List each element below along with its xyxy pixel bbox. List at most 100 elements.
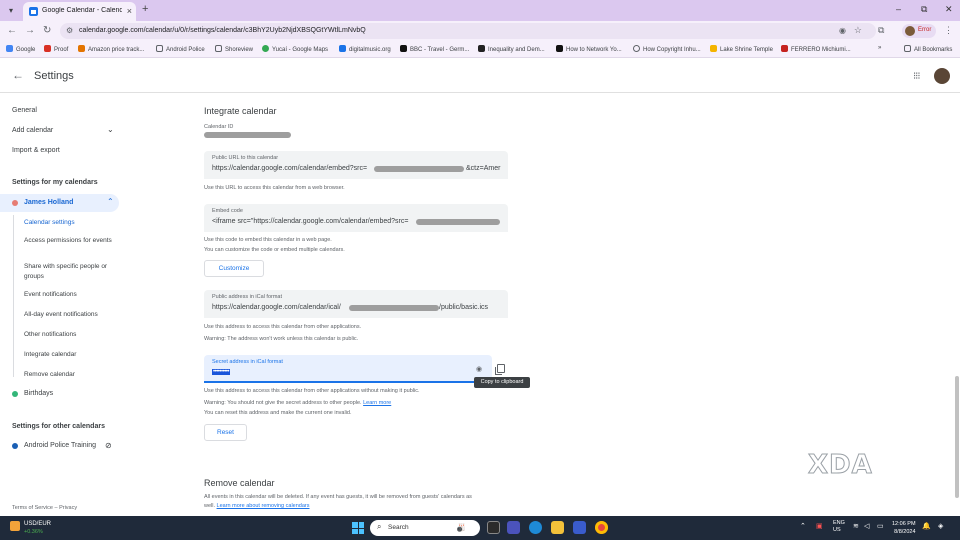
tab-search-icon[interactable]: ▾ — [4, 4, 18, 17]
redacted-calendar-id — [204, 132, 291, 138]
teams-icon[interactable] — [507, 521, 520, 534]
all-bookmarks[interactable]: All Bookmarks — [904, 45, 952, 53]
bookmark-item[interactable]: Inequality and Dem... — [478, 45, 545, 53]
sidebar-item-general[interactable]: General — [12, 107, 37, 114]
taskbar-search[interactable]: ⌕ Search 🎳 — [370, 520, 480, 536]
site-info-icon[interactable]: ⚙ — [66, 26, 73, 35]
notification-bell-icon[interactable]: 🔔 — [922, 522, 931, 530]
bookmark-item[interactable]: Amazon price track... — [78, 45, 144, 53]
sidebar-item-birthdays[interactable]: Birthdays — [24, 390, 53, 397]
file-explorer-icon[interactable] — [551, 521, 564, 534]
language-indicator[interactable]: ENG US — [833, 520, 845, 534]
ical-secret-value[interactable]: •••••••••• — [212, 369, 231, 375]
windows-start-icon[interactable] — [352, 522, 364, 534]
ical-secret-label: Secret address in iCal format — [212, 359, 283, 365]
battery-icon[interactable]: ▭ — [877, 522, 884, 530]
remove-learn-more-link[interactable]: Learn more about removing calendars — [217, 503, 310, 509]
tray-app-icon[interactable]: ▣ — [816, 522, 823, 530]
new-tab-button[interactable]: + — [142, 3, 148, 15]
chevron-down-icon[interactable]: ⌄ — [107, 125, 114, 134]
wifi-icon[interactable]: ≋ — [853, 522, 859, 530]
back-arrow-icon[interactable]: ← — [12, 68, 24, 82]
bookmark-star-icon[interactable]: ☆ — [854, 25, 862, 36]
eye-icon[interactable]: ◉ — [839, 26, 846, 35]
sidebar-item-share[interactable]: Share with specific people or groups — [24, 262, 114, 282]
reload-icon[interactable]: ↻ — [43, 25, 51, 37]
task-view-icon[interactable] — [487, 521, 500, 534]
eye-off-icon[interactable]: ⊘ — [105, 441, 112, 450]
browser-menu-icon[interactable]: ⋮ — [944, 25, 953, 36]
bookmark-item[interactable]: Proof — [44, 45, 68, 53]
customize-button[interactable]: Customize — [204, 260, 264, 277]
bookmark-item[interactable]: Lake Shrine Temple — [710, 45, 773, 53]
copilot-icon[interactable]: ◈ — [938, 522, 943, 530]
sidebar-item-james-holland[interactable]: James Holland ⌃ — [0, 194, 119, 212]
bookmark-item[interactable]: Yucaí - Google Maps — [262, 45, 328, 53]
ical-public-field[interactable]: Public address in iCal format https://ca… — [204, 290, 508, 318]
apps-grid-icon[interactable]: ⁝⁝⁝ — [913, 71, 920, 82]
avatar[interactable] — [934, 68, 950, 84]
minimize-icon[interactable]: – — [896, 4, 901, 14]
bookmark-item[interactable]: Google — [6, 45, 35, 53]
browser-toolbar: ← → ↻ ⚙ calendar.google.com/calendar/u/0… — [0, 21, 960, 41]
app-icon[interactable] — [573, 521, 586, 534]
edge-icon[interactable] — [529, 521, 542, 534]
bookmark-item[interactable]: digitalmusic.org — [339, 45, 391, 53]
sidebar-item-calendar-settings[interactable]: Calendar settings — [24, 218, 114, 228]
sidebar-item-access-permissions[interactable]: Access permissions for events — [24, 236, 114, 246]
copy-icon[interactable] — [495, 364, 505, 375]
sidebar-item-integrate-calendar[interactable]: Integrate calendar — [24, 350, 114, 360]
ical-secret-help-3: You can reset this address and make the … — [204, 410, 352, 416]
restore-icon[interactable]: ⧉ — [921, 4, 927, 15]
extensions-icon[interactable]: ⧉ — [878, 25, 884, 36]
tab-close-icon[interactable]: × — [127, 6, 132, 16]
page-scrollbar[interactable] — [955, 376, 959, 498]
calendar-name: James Holland — [24, 199, 74, 206]
footer-links[interactable]: Terms of Service – Privacy — [12, 505, 77, 511]
show-secret-eye-icon[interactable]: ◉ — [476, 365, 482, 373]
embed-code-label: Embed code — [212, 208, 243, 214]
chrome-icon[interactable] — [595, 521, 608, 534]
folder-icon — [904, 45, 911, 52]
forward-arrow-icon[interactable]: → — [25, 25, 35, 37]
bookmark-item[interactable]: BBC - Travel - Germ... — [400, 45, 469, 53]
bookmark-item[interactable]: How Copyright Inhu... — [633, 45, 701, 53]
site-icon — [633, 45, 640, 52]
public-url-field[interactable]: Public URL to this calendar https://cale… — [204, 151, 508, 179]
sidebar-item-add-calendar[interactable]: Add calendar — [12, 127, 53, 134]
sidebar-item-other-notifications[interactable]: Other notifications — [24, 330, 114, 340]
amazon-icon — [78, 45, 85, 52]
address-bar[interactable]: ⚙ calendar.google.com/calendar/u/0/r/set… — [60, 23, 876, 39]
bookmark-item[interactable]: Shoreview — [215, 45, 253, 53]
back-arrow-icon[interactable]: ← — [7, 25, 17, 37]
bookmark-item[interactable]: Android Police — [156, 45, 205, 53]
tray-overflow-icon[interactable]: ⌃ — [800, 522, 806, 530]
chevron-up-icon[interactable]: ⌃ — [107, 197, 114, 206]
browser-tab[interactable]: Google Calendar - Calendar se × — [23, 2, 136, 21]
profile-button[interactable]: Error — [902, 24, 936, 38]
remove-calendar-title: Remove calendar — [204, 478, 275, 488]
sidebar-item-event-notifications[interactable]: Event notifications — [24, 290, 114, 300]
bookmarks-overflow-icon[interactable]: » — [878, 45, 881, 51]
taskbar-clock[interactable]: 12:06 PM 8/8/2024 — [892, 520, 916, 536]
embed-code-value: <iframe src="https://calendar.google.com… — [212, 218, 409, 225]
window-close-icon[interactable]: ✕ — [945, 4, 953, 15]
bookmark-item[interactable]: FERRERO Michiumi... — [781, 45, 851, 53]
calendar-color-dot — [12, 200, 18, 206]
submenu-line — [13, 215, 14, 377]
sidebar-item-remove-calendar[interactable]: Remove calendar — [24, 370, 114, 380]
reset-button[interactable]: Reset — [204, 424, 247, 441]
ical-secret-field[interactable]: Secret address in iCal format ••••••••••… — [204, 355, 492, 383]
learn-more-link[interactable]: Learn more — [363, 400, 391, 406]
volume-icon[interactable]: ◁ — [864, 522, 869, 530]
settings-header: ← Settings ⁝⁝⁝ — [0, 58, 960, 93]
ical-public-value-start: https://calendar.google.com/calendar/ica… — [212, 304, 341, 311]
sidebar-item-import-export[interactable]: Import & export — [12, 147, 60, 154]
settings-sidebar: General Add calendar ⌄ Import & export S… — [0, 94, 130, 514]
embed-code-field[interactable]: Embed code <iframe src="https://calendar… — [204, 204, 508, 232]
search-icon: ⌕ — [377, 522, 382, 531]
sidebar-item-android-police-training[interactable]: Android Police Training — [24, 442, 96, 449]
sidebar-item-all-day-notifications[interactable]: All-day event notifications — [24, 310, 114, 320]
public-url-value-end: &ctz=Amer — [466, 165, 501, 172]
bookmark-item[interactable]: How to Network Yo... — [556, 45, 622, 53]
